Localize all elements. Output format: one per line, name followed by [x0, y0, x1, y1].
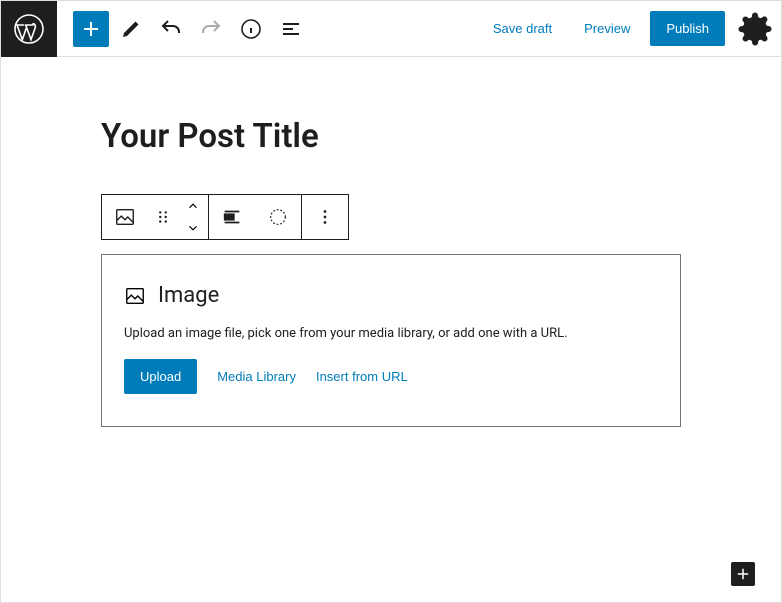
media-library-button[interactable]: Media Library [217, 369, 296, 384]
replace-button[interactable] [255, 195, 301, 239]
drag-icon [152, 206, 174, 228]
align-icon [221, 206, 243, 228]
redo-button[interactable] [193, 11, 229, 47]
more-options-button[interactable] [302, 195, 348, 239]
chevron-up-icon [186, 199, 200, 213]
image-block-description: Upload an image file, pick one from your… [124, 326, 658, 341]
plus-icon [79, 17, 103, 41]
align-button[interactable] [209, 195, 255, 239]
outline-icon [279, 17, 303, 41]
drag-handle[interactable] [148, 195, 178, 239]
toolbar-left [73, 11, 309, 47]
add-block-button[interactable] [73, 11, 109, 47]
image-icon [114, 206, 136, 228]
publish-button[interactable]: Publish [650, 11, 725, 46]
post-title[interactable]: Your Post Title [101, 117, 681, 156]
block-type-button[interactable] [102, 195, 148, 239]
plus-icon [734, 565, 752, 583]
pencil-icon [119, 17, 143, 41]
insert-url-button[interactable]: Insert from URL [316, 369, 408, 384]
more-vertical-icon [314, 206, 336, 228]
image-block-title: Image [158, 283, 219, 308]
image-block-actions: Upload Media Library Insert from URL [124, 359, 658, 394]
undo-button[interactable] [153, 11, 189, 47]
preview-button[interactable]: Preview [572, 13, 642, 44]
save-draft-button[interactable]: Save draft [481, 13, 564, 44]
upload-button[interactable]: Upload [124, 359, 197, 394]
outline-button[interactable] [273, 11, 309, 47]
floating-add-block-button[interactable] [731, 562, 755, 586]
editor-canvas: Your Post Title [1, 57, 781, 447]
chevron-down-icon [186, 221, 200, 235]
undo-icon [159, 17, 183, 41]
editor-topbar: Save draft Preview Publish [1, 1, 781, 57]
info-icon [239, 17, 263, 41]
redo-icon [199, 17, 223, 41]
move-up-button[interactable] [178, 195, 208, 217]
edit-tool-button[interactable] [113, 11, 149, 47]
settings-button[interactable] [737, 11, 773, 47]
gear-icon [737, 11, 773, 47]
wordpress-icon [13, 13, 45, 45]
block-toolbar [101, 194, 349, 240]
image-block-header: Image [124, 283, 658, 308]
image-block-placeholder: Image Upload an image file, pick one fro… [101, 254, 681, 427]
info-button[interactable] [233, 11, 269, 47]
dotted-circle-icon [267, 206, 289, 228]
wordpress-logo[interactable] [1, 1, 57, 57]
image-icon [124, 285, 146, 307]
toolbar-right: Save draft Preview Publish [481, 11, 773, 47]
move-down-button[interactable] [178, 217, 208, 239]
